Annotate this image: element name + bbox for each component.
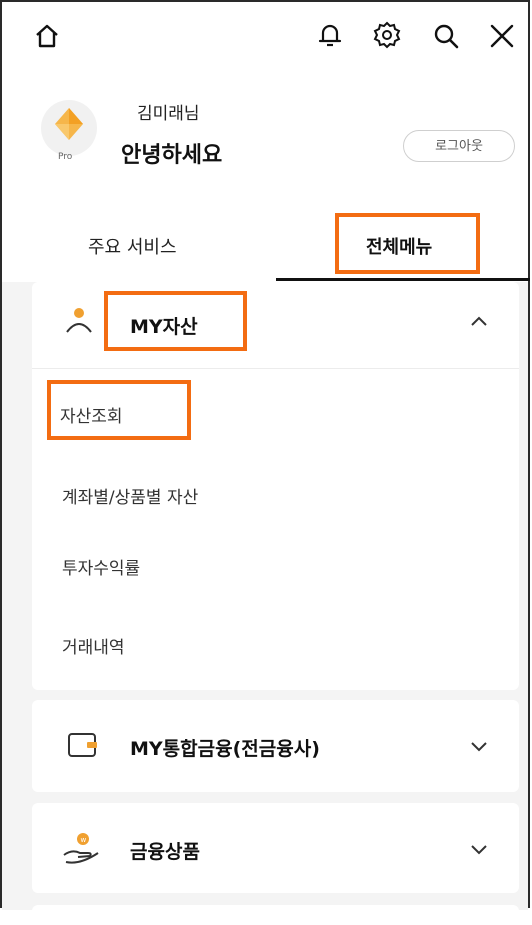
highlight-box-all-menu — [335, 213, 480, 274]
chevron-up-icon[interactable] — [469, 314, 489, 328]
logout-button[interactable]: 로그아웃 — [403, 130, 515, 162]
avatar — [41, 100, 97, 156]
section-partial — [32, 905, 519, 925]
menu-item-investment-return[interactable]: 투자수익률 — [62, 554, 140, 579]
pro-badge: Pro — [58, 152, 73, 162]
diamond-logo-icon — [55, 108, 83, 140]
wallet-icon — [68, 733, 97, 757]
tab-main-services[interactable]: 주요 서비스 — [88, 233, 177, 259]
section-title-financial-products: 금융상품 — [130, 841, 200, 863]
greeting: 안녕하세요 — [121, 143, 223, 168]
home-icon[interactable] — [33, 22, 61, 50]
top-bar — [0, 18, 532, 58]
chevron-down-icon[interactable] — [469, 843, 489, 857]
menu-item-assets-by-account[interactable]: 계좌별/상품별 자산 — [62, 483, 198, 508]
highlight-box-asset-inquiry — [47, 380, 191, 440]
close-icon[interactable] — [488, 22, 516, 50]
menu-item-transactions[interactable]: 거래내역 — [62, 633, 125, 658]
gear-icon[interactable] — [372, 20, 402, 50]
chevron-down-icon[interactable] — [469, 740, 489, 754]
svg-text:w: w — [81, 836, 87, 844]
section-financial-products[interactable]: w 금융상품 — [32, 803, 519, 893]
bell-icon[interactable] — [316, 20, 344, 50]
search-icon[interactable] — [431, 21, 461, 51]
active-tab-underline — [276, 278, 530, 281]
highlight-box-my-assets — [104, 291, 247, 351]
section-integrated-finance[interactable]: MY통합금융(전금융사) — [32, 700, 519, 792]
section-title-integrated-finance: MY통합금융(전금융사) — [130, 738, 320, 760]
person-icon — [66, 308, 92, 333]
user-name: 김미래님 — [137, 104, 200, 124]
hand-coin-icon: w — [63, 833, 99, 864]
